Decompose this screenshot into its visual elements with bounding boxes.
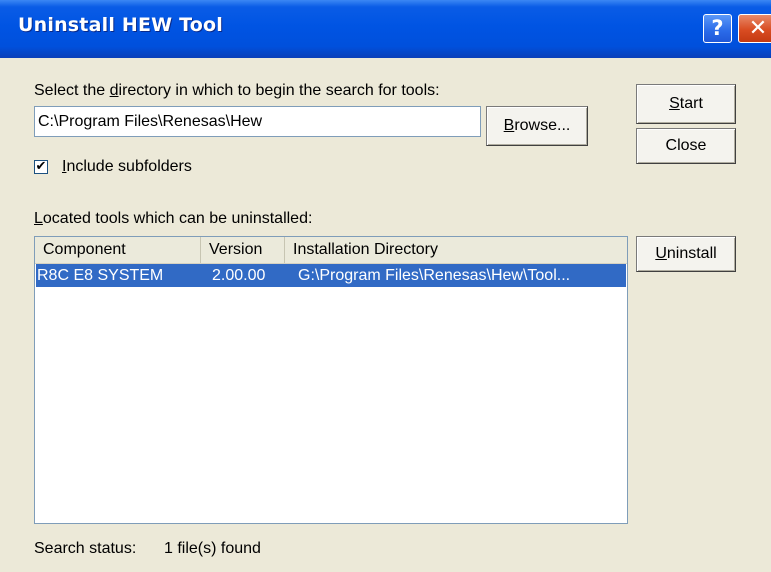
cell-component: R8C E8 SYSTEM (37, 267, 164, 284)
located-tools-mnemonic: L (34, 210, 43, 227)
cell-version: 2.00.00 (212, 267, 266, 284)
search-directory-label: Select the directory in which to begin t… (34, 82, 440, 100)
help-icon: ? (711, 16, 724, 40)
uninstall-button[interactable]: Uninstall (636, 236, 736, 272)
located-tools-label-text: ocated tools which can be uninstalled: (42, 210, 313, 227)
search-directory-label-part: Select the (34, 82, 110, 99)
browse-button[interactable]: Browse... (486, 106, 588, 146)
column-header-installation-directory[interactable]: Installation Directory (285, 237, 627, 263)
check-mark-icon: ✔ (35, 159, 47, 174)
uninstall-hew-tool-dialog: Uninstall HEW Tool ? ✕ Select the direct… (0, 0, 771, 572)
uninstall-button-mnemonic: U (655, 245, 667, 262)
tools-list[interactable]: Component Version Installation Directory… (34, 236, 628, 524)
search-status-value: 1 file(s) found (164, 540, 261, 557)
start-button-label: tart (679, 95, 703, 112)
include-subfolders-checkbox[interactable]: ✔ (34, 160, 48, 174)
tools-list-header: Component Version Installation Directory (35, 237, 627, 264)
cell-installation-directory: G:\Program Files\Renesas\Hew\Tool... (298, 267, 571, 284)
title-bar[interactable]: Uninstall HEW Tool ? ✕ (0, 0, 771, 58)
search-directory-label-mnemonic: d (109, 82, 119, 99)
close-window-button[interactable]: ✕ (738, 14, 771, 43)
search-status-label: Search status: (34, 540, 137, 557)
include-subfolders-label[interactable]: Include subfolders (62, 158, 192, 176)
located-tools-label: Located tools which can be uninstalled: (34, 210, 312, 228)
close-icon: ✕ (748, 16, 768, 41)
start-button[interactable]: Start (636, 84, 736, 124)
window-title: Uninstall HEW Tool (18, 14, 223, 36)
browse-button-label: rowse... (514, 117, 571, 134)
browse-button-mnemonic: B (503, 117, 515, 134)
search-directory-label-part: irectory in which to begin the search fo… (118, 82, 440, 99)
table-row[interactable]: R8C E8 SYSTEM 2.00.00 G:\Program Files\R… (36, 264, 626, 287)
column-header-component[interactable]: Component (35, 237, 201, 263)
start-button-mnemonic: S (669, 95, 680, 112)
uninstall-button-label: ninstall (666, 245, 717, 262)
search-directory-input[interactable]: C:\Program Files\Renesas\Hew (34, 106, 481, 137)
help-button[interactable]: ? (703, 14, 732, 43)
close-button[interactable]: Close (636, 128, 736, 164)
column-header-version[interactable]: Version (201, 237, 285, 263)
include-subfolders-label-text: nclude subfolders (66, 158, 192, 175)
